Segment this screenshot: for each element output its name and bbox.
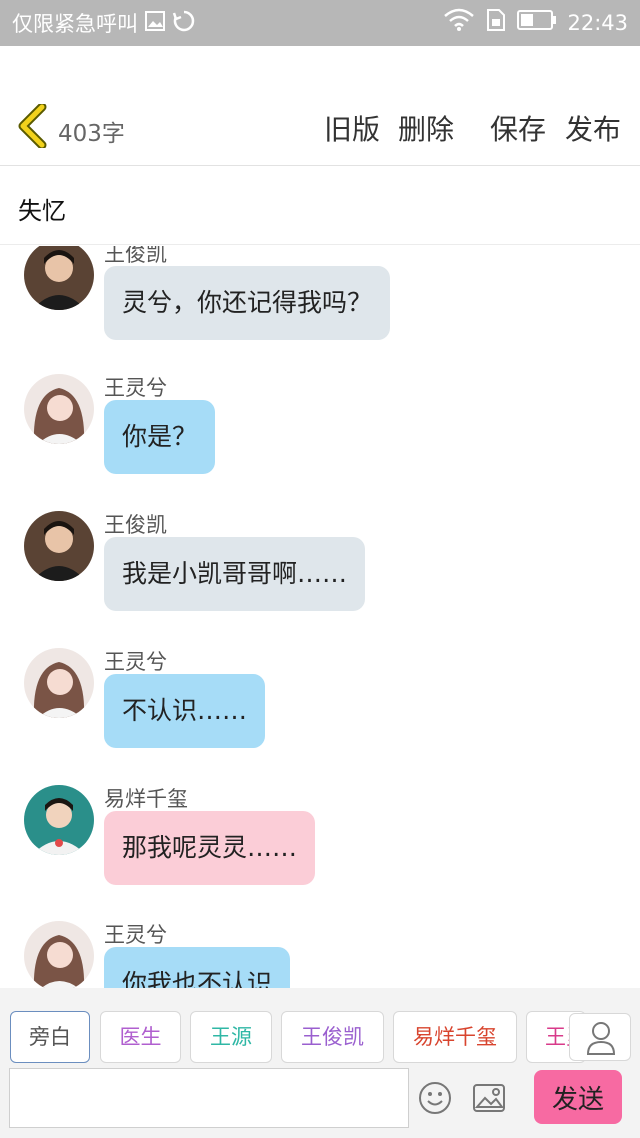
avatar-wang-lingxi[interactable] [24,648,94,718]
sender-name: 王俊凯 [104,513,167,537]
chat-area[interactable]: 王俊凯 灵兮，你还记得我吗？ 王灵兮 你是？ 王俊凯 我是小凯哥哥啊…… 王灵兮… [0,246,640,988]
emoji-button[interactable] [418,1081,452,1115]
role-tab-yiyang-qianxi[interactable]: 易烊千玺 [393,1011,517,1063]
role-tab-doctor[interactable]: 医生 [100,1011,181,1063]
message-bubble[interactable]: 那我呢灵灵…… [104,811,316,885]
sender-name: 易烊千玺 [104,787,188,811]
role-tab-wang-junkai[interactable]: 王俊凯 [281,1011,384,1063]
sim-card-icon [485,8,507,37]
publish-button[interactable]: 发布 [565,108,621,148]
avatar-wang-lingxi[interactable] [24,921,94,988]
role-tab-narrator[interactable]: 旁白 [10,1011,90,1063]
input-row: 发送 [0,1068,640,1138]
word-count: 403字 [58,121,125,147]
sync-icon [172,9,196,38]
sender-name: 王俊凯 [104,246,167,266]
sender-name: 王灵兮 [104,376,167,400]
editor-header: 403字 旧版 删除 保存 发布 [0,46,640,166]
delete-button[interactable]: 删除 [398,108,454,148]
back-arrow-icon [18,102,47,150]
chat-message[interactable]: 王灵兮 不认识…… [0,648,640,786]
status-bar: 仅限紧急呼叫 22:43 [0,0,640,46]
wifi-icon [443,8,475,37]
chat-message[interactable]: 王灵兮 你我也不认识 [0,921,640,988]
sender-name: 王灵兮 [104,923,167,947]
image-notification-icon [144,10,166,37]
person-icon [586,1022,616,1055]
battery-icon [517,9,557,36]
message-bubble[interactable]: 不认识…… [104,674,266,748]
message-bubble[interactable]: 你我也不认识 [104,947,291,988]
avatar-wang-junkai[interactable] [24,511,94,581]
status-left: 仅限紧急呼叫 [12,8,196,38]
save-button[interactable]: 保存 [490,108,546,148]
avatar-yiyang-qianxi[interactable] [24,785,94,855]
story-title-bar[interactable]: 失忆 [0,167,640,245]
sender-name: 王灵兮 [104,650,167,674]
message-input[interactable] [9,1068,409,1128]
role-tab-wang-yuan[interactable]: 王源 [190,1011,272,1063]
story-title: 失忆 [18,197,66,225]
message-bubble[interactable]: 我是小凯哥哥啊…… [104,537,366,611]
smiley-icon [419,1082,451,1114]
role-selector: 旁白 医生 王源 王俊凯 易烊千玺 王灵兮 [0,988,640,1068]
manage-characters-button[interactable] [569,1013,631,1061]
chat-message[interactable]: 易烊千玺 那我呢灵灵…… [0,785,640,923]
avatar-wang-junkai[interactable] [24,246,94,310]
send-button[interactable]: 发送 [534,1070,622,1124]
old-version-button[interactable]: 旧版 [324,108,380,148]
image-button[interactable] [472,1083,506,1113]
carrier-text: 仅限紧急呼叫 [12,12,138,36]
clock: 22:43 [567,10,628,35]
chat-message[interactable]: 王俊凯 我是小凯哥哥啊…… [0,511,640,649]
back-button[interactable] [16,102,50,150]
message-bubble[interactable]: 你是？ [104,400,216,474]
chat-message[interactable]: 王俊凯 灵兮，你还记得我吗？ [0,246,640,378]
picture-icon [473,1084,505,1112]
avatar-wang-lingxi[interactable] [24,374,94,444]
chat-message[interactable]: 王灵兮 你是？ [0,374,640,512]
message-bubble[interactable]: 灵兮，你还记得我吗？ [104,266,391,340]
status-right: 22:43 [443,8,628,37]
